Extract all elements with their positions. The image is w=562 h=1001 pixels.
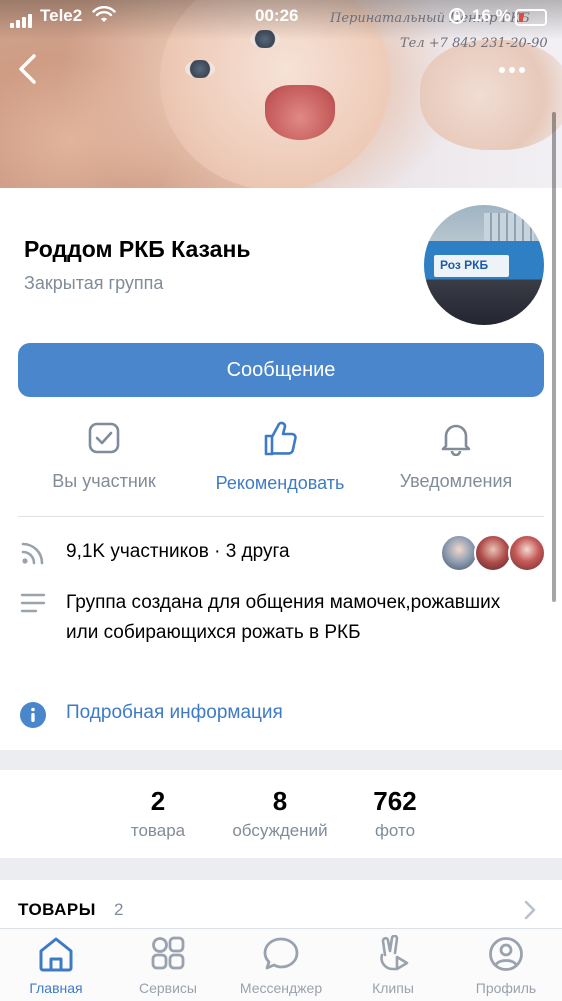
counters-row: 2 товара 8 обсуждений 762 фото <box>0 770 562 858</box>
more-options-button[interactable] <box>497 60 537 80</box>
clock: 00:26 <box>255 6 299 25</box>
tab-clips[interactable]: Клипы <box>337 934 449 996</box>
group-privacy-type: Закрытая группа <box>24 273 164 293</box>
avatar-sign: Роз РКБ <box>434 255 509 277</box>
rss-icon <box>21 542 44 565</box>
counter-goods[interactable]: 2 товара <box>118 786 198 841</box>
section-separator <box>0 858 562 880</box>
counter-caption: обсуждений <box>232 821 328 840</box>
counter-caption: фото <box>374 821 416 840</box>
services-grid-icon <box>151 936 185 970</box>
notifications-button[interactable]: Уведомления <box>366 420 546 492</box>
recommend-button[interactable]: Рекомендовать <box>190 420 370 494</box>
chevron-left-icon <box>19 54 36 84</box>
cover-mouth <box>265 85 335 140</box>
goods-section-header[interactable]: ТОВАРЫ 2 <box>0 880 562 928</box>
goods-count: 2 <box>114 900 124 919</box>
cover-hand <box>420 40 562 150</box>
bell-icon <box>441 424 471 457</box>
carrier-name: Tele2 <box>40 6 83 25</box>
counter-value: 2 <box>150 786 166 816</box>
wifi-icon <box>92 6 116 22</box>
tab-services[interactable]: Сервисы <box>112 935 224 996</box>
battery-percent: 16 % <box>472 6 511 25</box>
more-dots-icon <box>497 60 527 77</box>
tab-home[interactable]: Главная <box>0 935 112 996</box>
avatar-building-windows <box>484 213 534 241</box>
member-status-button[interactable]: Вы участник <box>14 420 194 492</box>
tab-profile[interactable]: Профиль <box>450 935 562 996</box>
scrollbar[interactable] <box>552 112 556 602</box>
info-icon <box>20 702 46 728</box>
counter-discussions[interactable]: 8 обсуждений <box>215 786 345 841</box>
members-count[interactable]: 9,1K участников · 3 друга <box>66 541 290 563</box>
clips-icon <box>380 934 409 971</box>
counter-value: 762 <box>373 786 417 816</box>
text-lines-icon <box>20 593 46 613</box>
notifications-label: Уведомления <box>399 471 513 491</box>
friend-avatar <box>474 534 512 572</box>
group-name: Роддом РКБ Казань <box>24 236 251 262</box>
tab-label: Клипы <box>372 980 414 996</box>
counter-caption: товара <box>130 821 186 840</box>
chat-bubble-icon <box>263 937 299 970</box>
battery-icon <box>515 9 547 26</box>
friend-avatar <box>440 534 478 572</box>
chevron-right-icon <box>524 900 536 920</box>
group-avatar[interactable]: Роз РКБ <box>424 205 544 325</box>
profile-icon <box>489 937 523 971</box>
cellular-signal-icon <box>10 8 34 28</box>
rotation-lock-icon <box>449 8 465 24</box>
member-status-label: Вы участник <box>52 471 156 491</box>
back-button[interactable] <box>14 52 44 86</box>
message-button[interactable]: Сообщение <box>18 343 544 397</box>
bottom-tab-bar: Главная Сервисы Мессенджер Клипы Профиль <box>0 928 562 1001</box>
counter-photos[interactable]: 762 фото <box>355 786 435 841</box>
home-icon <box>39 937 73 972</box>
group-description: Группа создана для общения мамочек,рожав… <box>66 592 501 643</box>
tab-messenger[interactable]: Мессенджер <box>225 935 337 996</box>
divider <box>18 516 544 517</box>
friend-avatar <box>508 534 546 572</box>
status-bar: Tele2 00:26 16 % <box>0 0 562 32</box>
counter-value: 8 <box>272 786 288 816</box>
detailed-info-link[interactable]: Подробная информация <box>66 702 283 724</box>
recommend-label: Рекомендовать <box>215 473 345 493</box>
tab-label: Сервисы <box>138 980 197 996</box>
goods-title: ТОВАРЫ <box>18 900 96 919</box>
section-separator <box>0 750 562 770</box>
thumbs-up-icon <box>264 421 297 456</box>
checkbox-icon <box>88 422 120 454</box>
cover-eye <box>185 60 215 78</box>
tab-label: Мессенджер <box>239 980 323 996</box>
cover-watermark-line2: Тел +7 843 231-20-90 <box>400 36 548 51</box>
tab-label: Профиль <box>475 980 537 996</box>
tab-label: Главная <box>29 980 83 996</box>
